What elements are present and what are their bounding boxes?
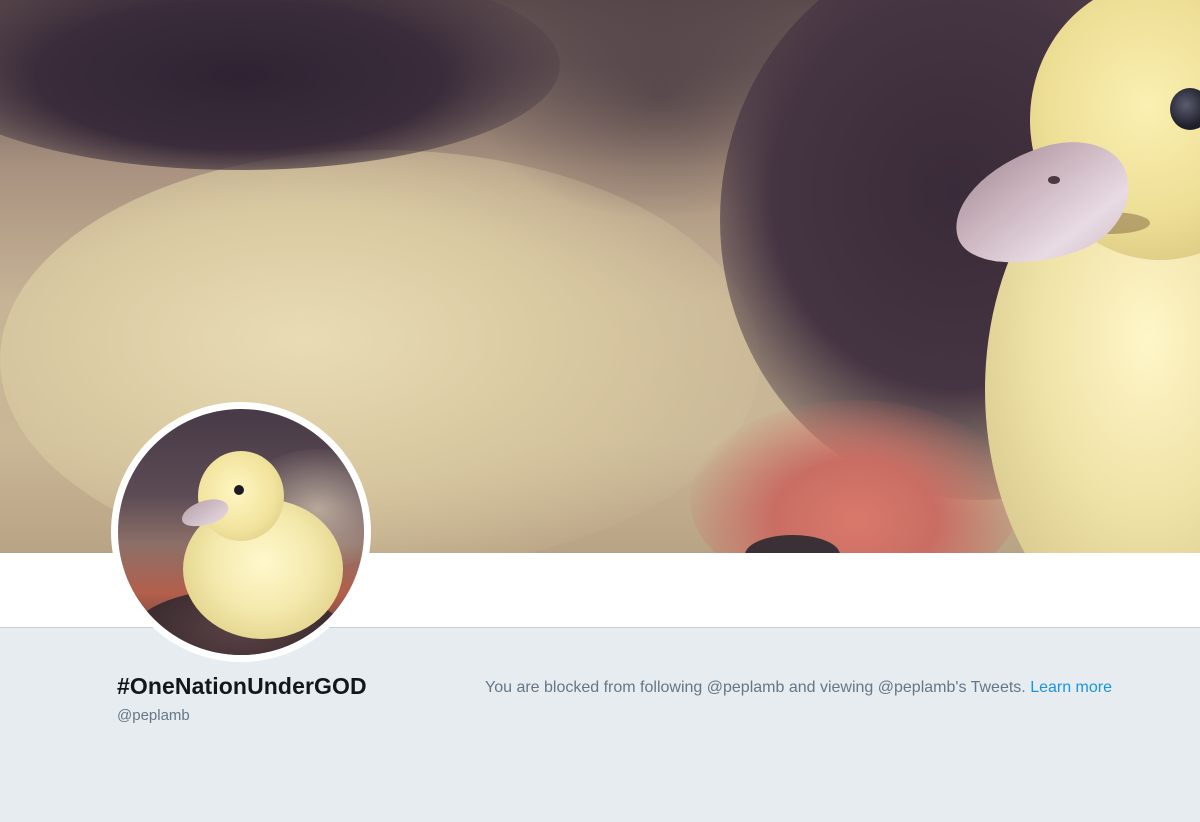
profile-handle[interactable]: @peplamb <box>117 707 190 724</box>
learn-more-link[interactable]: Learn more <box>1030 679 1112 696</box>
profile-avatar[interactable] <box>111 402 371 662</box>
blocked-notice-text: You are blocked from following @peplamb … <box>485 679 1026 696</box>
blocked-notice: You are blocked from following @peplamb … <box>485 679 1112 697</box>
profile-display-name[interactable]: #OneNationUnderGOD <box>117 673 367 700</box>
profile-page: #OneNationUnderGOD @peplamb You are bloc… <box>0 0 1200 822</box>
avatar-image <box>118 409 364 655</box>
